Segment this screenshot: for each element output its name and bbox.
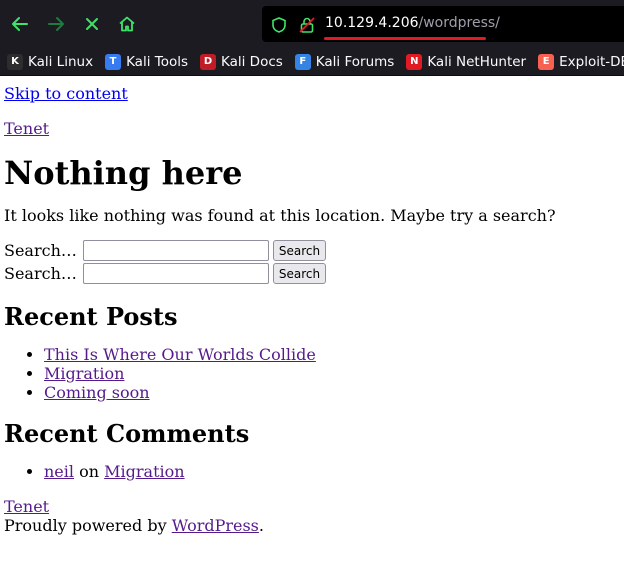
bookmarks-toolbar: K Kali Linux T Kali Tools D Kali Docs F … (0, 48, 624, 76)
search-forms: Search… Search Search… Search (4, 239, 620, 285)
url-text[interactable]: 10.129.4.206/wordpress/ (325, 15, 500, 31)
forward-button[interactable] (44, 12, 68, 36)
search-button[interactable]: Search (272, 240, 327, 261)
post-link[interactable]: This Is Where Our Worlds Collide (44, 345, 316, 364)
search-form: Search… Search (4, 239, 620, 262)
back-button[interactable] (8, 12, 32, 36)
bookmark-kali-nethunter[interactable]: N Kali NetHunter (406, 53, 527, 70)
nethunter-icon: N (406, 53, 423, 70)
search-input[interactable] (82, 240, 269, 261)
insecure-lock-icon[interactable] (298, 16, 316, 34)
recent-comments-list: neil on Migration (4, 462, 620, 481)
powered-by-text: Proudly powered by (4, 516, 167, 535)
browser-chrome: 10.129.4.206/wordpress/ K Kali Linux T K… (0, 0, 624, 76)
search-button[interactable]: Search (272, 263, 327, 284)
url-host: 10.129.4.206 (325, 15, 419, 31)
recent-posts-heading: Recent Posts (4, 302, 178, 331)
list-item: neil on Migration (44, 462, 620, 481)
list-item: This Is Where Our Worlds Collide (44, 345, 620, 364)
stop-loading-button[interactable] (80, 12, 104, 36)
exploit-db-icon: E (538, 53, 555, 70)
url-bar[interactable]: 10.129.4.206/wordpress/ (262, 6, 624, 42)
bookmark-label: Kali Linux (28, 53, 94, 70)
bookmark-label: Kali Docs (221, 53, 283, 70)
list-item: Coming soon (44, 383, 620, 402)
bookmark-label: Kali NetHunter (427, 53, 527, 70)
search-input[interactable] (82, 263, 269, 284)
bookmark-label: Exploit-DB (559, 53, 624, 70)
close-icon (86, 18, 98, 30)
recent-comments-heading: Recent Comments (4, 419, 250, 448)
wordpress-link[interactable]: WordPress (172, 516, 259, 535)
browser-toolbar: 10.129.4.206/wordpress/ (0, 0, 624, 48)
home-icon (119, 16, 135, 32)
kali-docs-icon: D (200, 53, 216, 70)
comment-post-link[interactable]: Migration (104, 462, 184, 481)
site-title-link[interactable]: Tenet (4, 119, 620, 138)
arrow-right-icon (48, 17, 64, 31)
bookmark-kali-linux[interactable]: K Kali Linux (7, 53, 94, 70)
kali-forums-icon: F (294, 53, 311, 70)
page-title: Nothing here (4, 154, 243, 192)
powered-by-suffix: . (258, 516, 264, 535)
arrow-left-icon (12, 17, 28, 31)
bookmark-kali-docs[interactable]: D Kali Docs (200, 53, 283, 70)
kali-dragon-icon: K (7, 53, 23, 70)
post-link[interactable]: Coming soon (44, 383, 150, 402)
site-footer: Tenet Proudly powered by WordPress. (4, 497, 620, 535)
search-label: Search… (4, 264, 77, 283)
kali-tools-icon: T (105, 53, 122, 70)
url-path: /wordpress/ (418, 15, 500, 31)
search-label: Search… (4, 241, 77, 260)
footer-site-link[interactable]: Tenet (4, 497, 49, 516)
list-item: Migration (44, 364, 620, 383)
bookmark-label: Kali Tools (126, 53, 188, 70)
not-found-message: It looks like nothing was found at this … (4, 206, 556, 225)
shield-icon[interactable] (270, 16, 288, 34)
bookmark-kali-forums[interactable]: F Kali Forums (294, 53, 395, 70)
powered-by: Proudly powered by WordPress. (4, 516, 620, 535)
post-link[interactable]: Migration (44, 364, 124, 383)
skip-to-content-link[interactable]: Skip to content (4, 84, 620, 103)
home-button[interactable] (115, 12, 139, 36)
bookmark-label: Kali Forums (315, 53, 395, 70)
bookmark-exploit-db[interactable]: E Exploit-DB (538, 53, 624, 70)
comment-author-link[interactable]: neil (44, 462, 74, 481)
recent-posts-list: This Is Where Our Worlds Collide Migrati… (4, 345, 620, 402)
bookmark-kali-tools[interactable]: T Kali Tools (105, 53, 188, 70)
comment-on-text: on (79, 462, 100, 481)
search-form: Search… Search (4, 262, 620, 285)
page-content: Skip to content Tenet Nothing here It lo… (0, 84, 624, 535)
url-annotation-underline (324, 37, 486, 40)
